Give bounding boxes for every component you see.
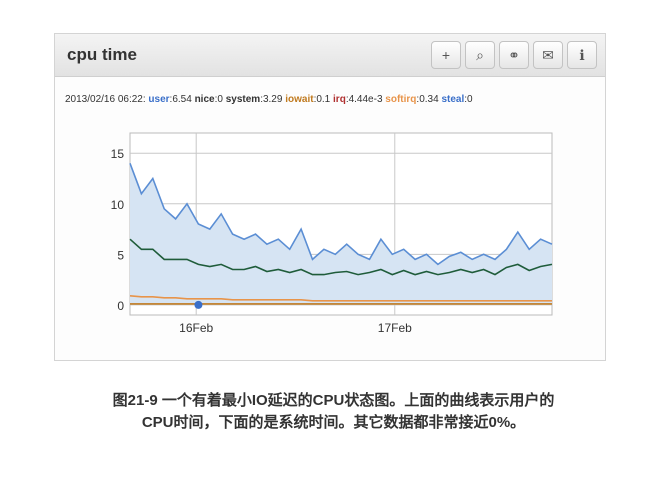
cpu-time-chart: 0 5 10 15 16Feb 17Feb [111, 132, 553, 335]
y-tick-label: 0 [117, 299, 124, 313]
caption-line-1: 图21-9 一个有着最小IO延迟的CPU状态图。上面的曲线表示用户的 [112, 392, 555, 409]
figure-caption: 图21-9 一个有着最小IO延迟的CPU状态图。上面的曲线表示用户的 CPU时间… [0, 390, 667, 434]
x-tick-label: 17Feb [378, 321, 412, 335]
x-tick-label: 16Feb [179, 321, 213, 335]
y-tick-label: 5 [117, 248, 124, 262]
y-tick-label: 10 [111, 198, 125, 212]
caption-line-2: CPU时间，下面的是系统时间。其它数据都非常接近0%。 [141, 414, 526, 431]
time-marker [194, 300, 203, 309]
y-tick-label: 15 [111, 147, 125, 161]
